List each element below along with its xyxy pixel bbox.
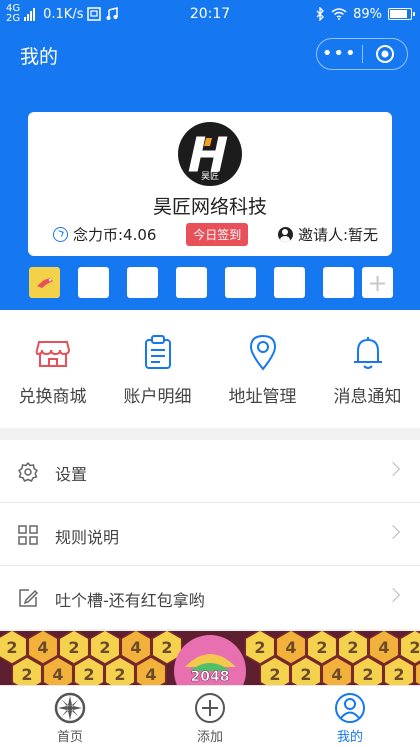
hex-tile-value: 4 — [285, 638, 296, 657]
hex-tile-value: 4 — [378, 638, 389, 657]
grid-item-label: 兑换商城 — [18, 387, 87, 407]
hex-tiles-graphic: 24224224224224224224224 2048 — [0, 631, 420, 685]
hex-tile-value: 2 — [362, 665, 373, 684]
edit-icon — [17, 587, 39, 609]
location-pin-icon — [243, 332, 283, 372]
profile-header: 昊匠 昊匠网络科技 念力币:4.06 今日签到 邀请人:暂无 + — [0, 80, 420, 310]
clipboard-icon — [138, 332, 178, 372]
add-slot-button[interactable]: + — [362, 267, 393, 298]
battery-percent: 89% — [353, 6, 382, 22]
slot-row: + — [29, 267, 393, 299]
grid-item-exchange-mall[interactable]: 兑换商城 — [0, 310, 105, 428]
list-item-settings[interactable]: 设置 — [0, 440, 420, 503]
checkin-button[interactable]: 今日签到 — [186, 222, 249, 246]
hex-tile-value: 2 — [68, 638, 79, 657]
grid-item-label: 地址管理 — [228, 387, 297, 407]
slot-item[interactable] — [274, 267, 305, 298]
hex-tile-value: 4 — [52, 665, 63, 684]
inviter: 邀请人:暂无 — [277, 224, 378, 245]
grid-item-notifications[interactable]: 消息通知 — [315, 310, 420, 428]
tab-label: 添加 — [196, 730, 223, 745]
shop-icon — [33, 332, 73, 372]
coin-icon — [53, 226, 68, 242]
add-circle-icon — [192, 690, 228, 726]
game-ad-banner[interactable]: 24224224224224224224224 2048 — [0, 631, 420, 685]
slot-item[interactable] — [127, 267, 158, 298]
close-miniapp-button[interactable] — [362, 39, 407, 69]
hex-tile-value: 4 — [37, 638, 48, 657]
grid-icon — [17, 524, 39, 546]
function-grid: 兑换商城 账户明细 地址管理 消息通知 — [0, 310, 420, 428]
coin-balance-label: 念力币:4.06 — [73, 225, 157, 244]
inviter-label: 邀请人:暂无 — [297, 225, 378, 244]
hex-tile-value: 2 — [300, 665, 311, 684]
hex-tile-value: 2 — [114, 665, 125, 684]
tab-add[interactable]: 添加 — [140, 686, 280, 747]
hex-tile-value: 2 — [254, 638, 265, 657]
list-item-label: 设置 — [55, 465, 88, 484]
bird-icon — [36, 277, 53, 288]
tab-home[interactable]: 首页 — [0, 686, 140, 747]
hex-tile-value: 2 — [316, 638, 327, 657]
gear-icon — [17, 461, 39, 483]
hex-tile-value: 4 — [130, 638, 141, 657]
chevron-right-icon — [385, 461, 401, 477]
hex-tile-value: 4 — [331, 665, 342, 684]
hex-tile-value: 2 — [83, 665, 94, 684]
status-bar: 4G 2G 0.1K/s 20:17 89% — [0, 0, 420, 28]
list-item-rules[interactable]: 规则说明 — [0, 503, 420, 566]
wifi-icon — [331, 8, 347, 20]
tab-label: 我的 — [336, 730, 363, 745]
hex-tile-value: 2 — [161, 638, 172, 657]
hex-tile-value: 2 — [393, 665, 404, 684]
settings-list: 设置 规则说明 吐个槽-还有红包拿哟 — [0, 440, 420, 629]
tab-mine[interactable]: 我的 — [280, 686, 420, 747]
company-name: 昊匠网络科技 — [152, 196, 267, 218]
page-title: 我的 — [20, 46, 59, 68]
profile-stats: 念力币:4.06 今日签到 邀请人:暂无 — [28, 222, 392, 246]
hex-tile-value: 2 — [409, 638, 420, 657]
list-item-feedback[interactable]: 吐个槽-还有红包拿哟 — [0, 566, 420, 629]
battery-icon — [388, 8, 415, 20]
grid-item-address-management[interactable]: 地址管理 — [210, 310, 315, 428]
list-item-label: 吐个槽-还有红包拿哟 — [55, 591, 205, 610]
home-wheel-icon — [52, 690, 88, 726]
chevron-right-icon — [385, 587, 401, 603]
avatar[interactable]: 昊匠 — [178, 122, 242, 186]
slot-item[interactable] — [323, 267, 354, 298]
coin-balance: 念力币:4.06 — [53, 224, 156, 245]
more-button[interactable]: ••• — [317, 39, 362, 69]
profile-card: 昊匠 昊匠网络科技 念力币:4.06 今日签到 邀请人:暂无 — [28, 112, 392, 256]
user-circle-icon — [332, 690, 368, 726]
tab-label: 首页 — [56, 730, 83, 745]
tab-bar: 首页 添加 我的 — [0, 685, 420, 747]
hex-tile-value: 2 — [347, 638, 358, 657]
grid-item-label: 消息通知 — [333, 387, 402, 407]
score-label: 2048 — [191, 669, 230, 685]
slot-item[interactable] — [176, 267, 207, 298]
add-slot-label: + — [367, 268, 388, 297]
list-item-label: 规则说明 — [55, 528, 120, 547]
slot-item[interactable] — [29, 267, 60, 298]
title-bar: 我的 ••• — [0, 28, 420, 80]
hex-tile-value: 2 — [6, 638, 17, 657]
bluetooth-icon — [316, 7, 325, 21]
target-close-icon — [375, 45, 394, 63]
miniapp-capsule: ••• — [316, 38, 408, 70]
user-icon — [277, 226, 293, 242]
chevron-right-icon — [385, 524, 401, 540]
slot-item[interactable] — [225, 267, 256, 298]
grid-item-account-details[interactable]: 账户明细 — [105, 310, 210, 428]
hex-tile-value: 2 — [269, 665, 280, 684]
bell-icon — [348, 332, 388, 372]
grid-item-label: 账户明细 — [123, 387, 192, 407]
company-logo: 昊匠 — [187, 135, 229, 182]
hex-tile-value: 2 — [21, 665, 32, 684]
logo-text: 昊匠 — [201, 171, 219, 182]
hex-tile-value: 2 — [99, 638, 110, 657]
slot-item[interactable] — [78, 267, 109, 298]
hex-tile-value: 4 — [145, 665, 156, 684]
